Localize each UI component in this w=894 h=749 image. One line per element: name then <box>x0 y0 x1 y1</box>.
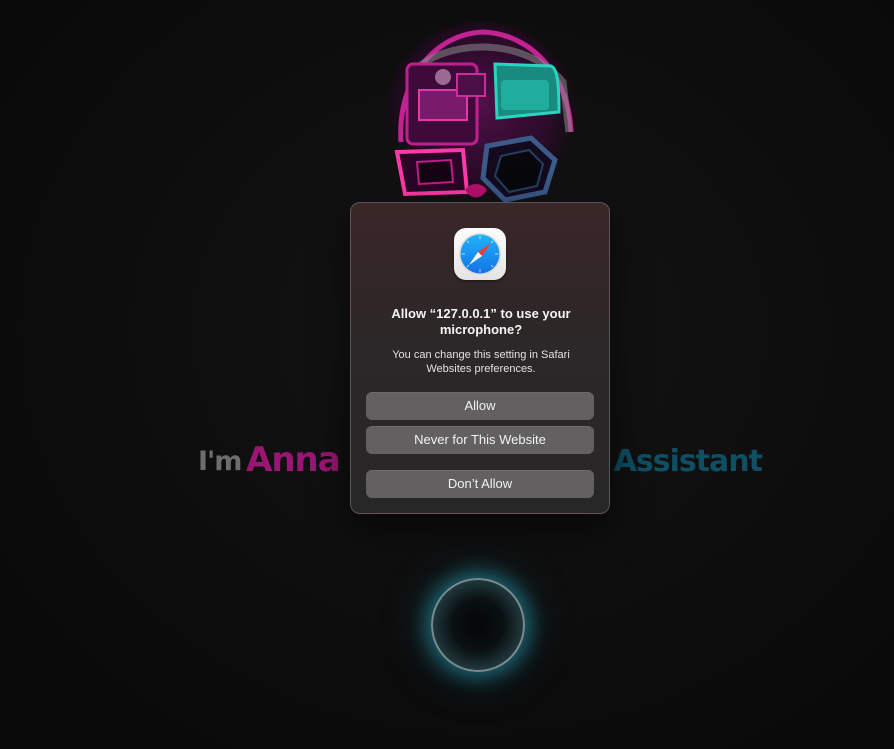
never-for-this-website-button[interactable]: Never for This Website <box>366 426 594 454</box>
dialog-message: You can change this setting in Safari We… <box>392 349 570 375</box>
safari-compass-icon <box>454 228 506 280</box>
neon-robot-avatar-icon <box>383 22 583 212</box>
microphone-orb-button[interactable] <box>431 578 525 672</box>
app-page: I'm Anna Assistant Allow “127.0.0.1” to … <box>0 0 894 749</box>
dont-allow-button[interactable]: Don’t Allow <box>366 470 594 498</box>
microphone-permission-dialog: Allow “127.0.0.1” to use your microphone… <box>350 202 610 514</box>
dialog-title: Allow “127.0.0.1” to use your microphone… <box>391 306 571 337</box>
assistant-name: Anna <box>246 440 341 480</box>
allow-button[interactable]: Allow <box>366 392 594 420</box>
assistant-role: Assistant <box>613 444 763 479</box>
headline-lead: I'm <box>198 446 242 477</box>
